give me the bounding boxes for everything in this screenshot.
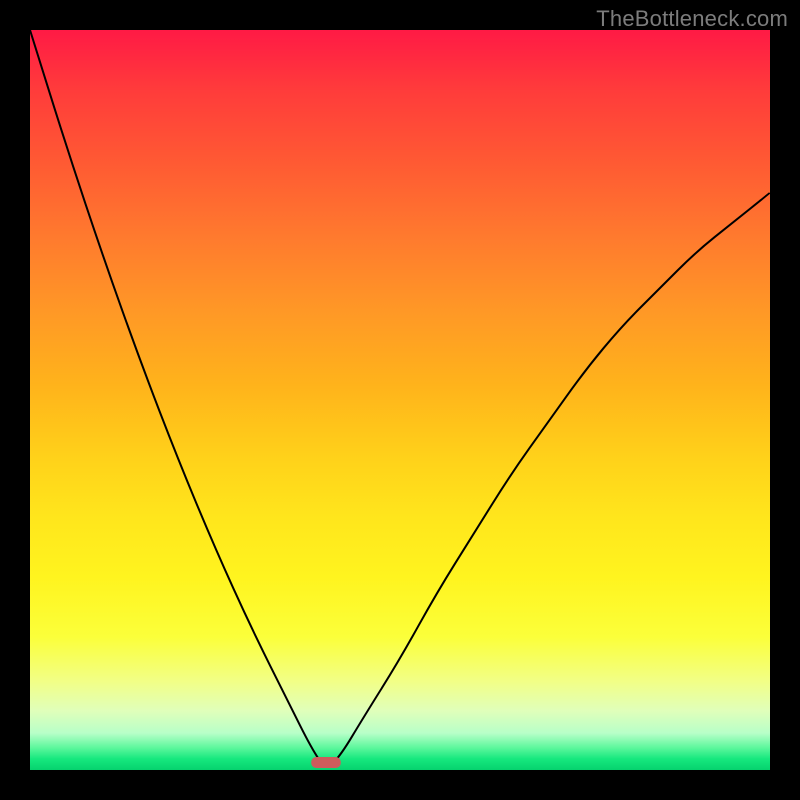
plot-area	[30, 30, 770, 770]
bottleneck-curve	[30, 30, 770, 766]
watermark-text: TheBottleneck.com	[596, 6, 788, 32]
optimal-marker	[311, 757, 341, 768]
chart-frame: TheBottleneck.com	[0, 0, 800, 800]
chart-svg	[30, 30, 770, 770]
